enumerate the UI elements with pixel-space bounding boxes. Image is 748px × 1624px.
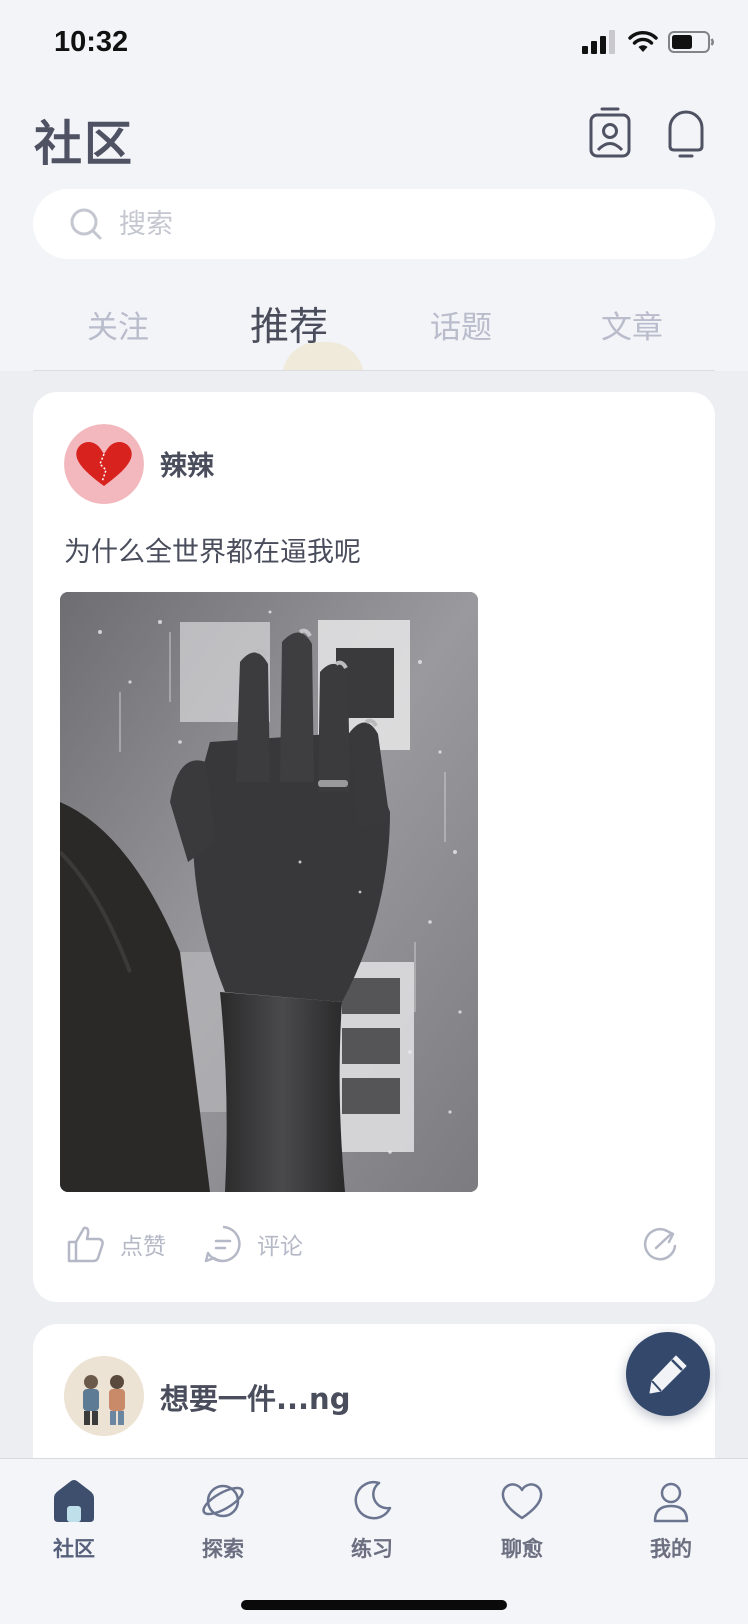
nav-label: 社区	[53, 1537, 95, 1561]
bell-icon	[668, 110, 704, 158]
share-icon	[643, 1228, 677, 1261]
like-button[interactable]: 点赞	[66, 1224, 166, 1264]
comment-button[interactable]: 评论	[203, 1224, 303, 1264]
status-icons	[582, 30, 716, 54]
header: 社区	[0, 90, 748, 186]
nav-item-heal[interactable]: 聊愈	[467, 1477, 577, 1563]
id-badge-icon	[589, 107, 631, 158]
status-time: 10:32	[54, 26, 129, 58]
tab-recommended[interactable]: 推荐	[250, 296, 328, 352]
home-icon	[54, 1480, 94, 1522]
battery-icon	[668, 31, 714, 53]
tab-topics[interactable]: 话题	[430, 302, 492, 347]
nav-item-practice[interactable]: 练习	[317, 1477, 427, 1563]
like-label: 点赞	[120, 1234, 166, 1260]
nav-item-explore[interactable]: 探索	[168, 1477, 278, 1563]
tab-bar: 关注 推荐 话题 文章	[33, 290, 715, 378]
nav-label: 探索	[202, 1537, 244, 1561]
nav-item-community[interactable]: 社区	[19, 1477, 129, 1563]
nav-label: 聊愈	[501, 1537, 543, 1561]
post-text: 为什么全世界都在逼我呢	[64, 537, 361, 568]
nav-item-profile[interactable]: 我的	[616, 1477, 726, 1563]
share-button[interactable]	[641, 1224, 681, 1264]
heart-icon	[501, 1483, 543, 1520]
notification-button[interactable]	[660, 102, 712, 162]
pencil-icon	[649, 1355, 687, 1394]
post-username[interactable]: 想要一件...ng	[160, 1376, 350, 1418]
nav-label: 练习	[351, 1537, 393, 1561]
planet-icon	[202, 1484, 244, 1518]
cellular-signal-icon	[582, 30, 615, 54]
home-indicator	[241, 1600, 507, 1610]
tab-articles[interactable]: 文章	[601, 302, 663, 347]
moon-icon	[354, 1481, 392, 1520]
thumbs-up-icon	[67, 1226, 104, 1263]
user-icon	[653, 1482, 689, 1523]
status-bar: 10:32	[0, 0, 748, 90]
tab-following[interactable]: 关注	[87, 302, 149, 347]
search-icon	[70, 208, 102, 240]
badge-button[interactable]	[584, 102, 636, 162]
post-username[interactable]: 辣辣	[160, 444, 214, 483]
avatar[interactable]	[64, 424, 144, 504]
compose-button[interactable]	[626, 1332, 710, 1416]
avatar[interactable]	[64, 1356, 144, 1436]
post-image[interactable]	[60, 592, 478, 1192]
comment-label: 评论	[257, 1234, 303, 1260]
comment-icon	[204, 1225, 241, 1263]
nav-label: 我的	[650, 1537, 692, 1561]
page-title: 社区	[34, 116, 135, 172]
wifi-icon	[628, 31, 658, 52]
search-input[interactable]	[119, 189, 679, 259]
search-box[interactable]	[33, 189, 715, 259]
post-card[interactable]: 辣辣 为什么全世界都在逼我呢 点赞 评论	[33, 392, 715, 1302]
